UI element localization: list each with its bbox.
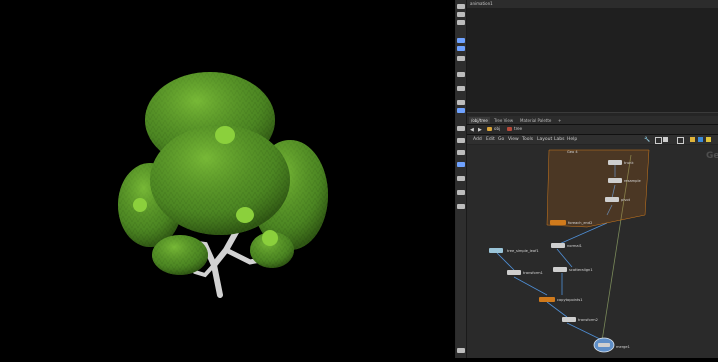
viewport-toolbar <box>456 0 467 358</box>
node-scatteralign1[interactable]: scatteralign1 <box>553 267 593 272</box>
layout-icon[interactable] <box>655 137 662 144</box>
menu-tools[interactable]: Tools <box>522 136 533 143</box>
points-icon[interactable] <box>457 100 465 105</box>
path-obj[interactable]: obj <box>494 126 500 131</box>
bbox-icon[interactable] <box>457 190 465 195</box>
geo-icon <box>507 127 512 131</box>
new-tab-button[interactable]: + <box>556 117 563 124</box>
3d-viewport[interactable] <box>0 0 455 358</box>
obj-icon <box>487 127 492 131</box>
node-tree-simple-leaf1[interactable]: tree_simple_leaf1 <box>489 248 539 253</box>
node-transform2-label: transform2 <box>578 318 598 322</box>
node-pivot[interactable]: pivot <box>605 197 631 202</box>
tab-obj-tree[interactable]: /obj/tree <box>469 117 490 124</box>
menu-add[interactable]: Add <box>473 136 482 143</box>
ghost-icon[interactable] <box>457 150 465 155</box>
node-foreach-end2-label: foreach_end2 <box>568 221 592 225</box>
context-label: Ge <box>706 151 718 161</box>
node-graph: Geo 4 trunk resample pivot foreach_end2 … <box>489 149 650 353</box>
node-merge1[interactable]: merge1 <box>593 337 630 353</box>
back-arrow-icon[interactable]: ◀ <box>470 127 474 133</box>
node-transform1-label: transform1 <box>523 271 543 275</box>
select-tool-icon[interactable] <box>457 4 465 9</box>
grid-icon[interactable] <box>663 137 668 142</box>
tab-material-palette[interactable]: Material Palette <box>518 117 553 124</box>
camera-icon[interactable] <box>457 108 465 113</box>
menu-view[interactable]: View <box>508 136 519 143</box>
node-copytopoints1[interactable]: copytopoints1 <box>539 297 583 302</box>
handle-icon[interactable] <box>457 56 465 61</box>
menu-help[interactable]: Help <box>567 136 577 143</box>
node-trunk[interactable]: trunk <box>608 160 634 165</box>
animation-pane[interactable] <box>467 0 718 113</box>
node-foreach-end2[interactable]: foreach_end2 <box>550 220 592 225</box>
menu-edit[interactable]: Edit <box>486 136 495 143</box>
display-option-icon[interactable] <box>457 72 465 77</box>
network-editor[interactable]: Geo 4 trunk resample pivot foreach_end2 … <box>467 145 718 358</box>
scene-icon[interactable] <box>457 176 465 181</box>
node-normal1-label: normal1 <box>567 244 582 248</box>
node-transform1[interactable]: transform1 <box>507 270 543 275</box>
tree-canopy <box>118 72 328 275</box>
normals-icon[interactable] <box>457 126 465 131</box>
grid-snap-icon[interactable] <box>457 46 465 51</box>
frame-icon[interactable] <box>677 137 684 144</box>
group-hint-label: Geo 4 <box>567 150 578 154</box>
snap-icon[interactable] <box>457 38 465 43</box>
shading-icon[interactable] <box>457 86 465 91</box>
path-tree[interactable]: tree <box>514 126 522 131</box>
settings-icon[interactable] <box>457 348 465 353</box>
tab-animation[interactable]: animation1 <box>470 1 493 6</box>
tab-tree-view[interactable]: Tree View <box>492 117 515 124</box>
menu-labs[interactable]: Labs <box>554 136 564 143</box>
help-icon[interactable] <box>706 137 711 142</box>
node-resample-label: resample <box>624 179 641 183</box>
node-scatteralign1-label: scatteralign1 <box>569 268 593 272</box>
foreach-block <box>546 149 650 228</box>
node-normal1[interactable]: normal1 <box>551 243 582 248</box>
node-resample[interactable]: resample <box>608 178 641 183</box>
transform-icon[interactable] <box>457 204 465 209</box>
node-merge1-label: merge1 <box>616 345 630 349</box>
forward-arrow-icon[interactable]: ▶ <box>478 127 482 133</box>
node-copytopoints1-label: copytopoints1 <box>557 298 583 302</box>
lock-icon[interactable] <box>457 12 465 17</box>
path-bar: ◀ ▶ obj tree <box>467 125 718 135</box>
wrench-icon[interactable]: 🔧 <box>644 137 650 143</box>
viewport-render <box>118 72 328 298</box>
view-tool-icon[interactable] <box>457 20 465 25</box>
upper-tab-bar <box>467 0 718 8</box>
menu-go[interactable]: Go <box>498 136 504 143</box>
menu-layout[interactable]: Layout <box>537 136 552 143</box>
sticky-note-icon[interactable] <box>690 137 695 142</box>
node-trunk-label: trunk <box>624 161 634 165</box>
node-pivot-label: pivot <box>621 198 631 202</box>
node-transform2[interactable]: transform2 <box>562 317 598 322</box>
light-icon[interactable] <box>457 162 465 167</box>
wireframe-icon[interactable] <box>457 138 465 143</box>
node-tree-simple-leaf1-label: tree_simple_leaf1 <box>507 249 539 253</box>
info-icon[interactable] <box>698 137 703 142</box>
